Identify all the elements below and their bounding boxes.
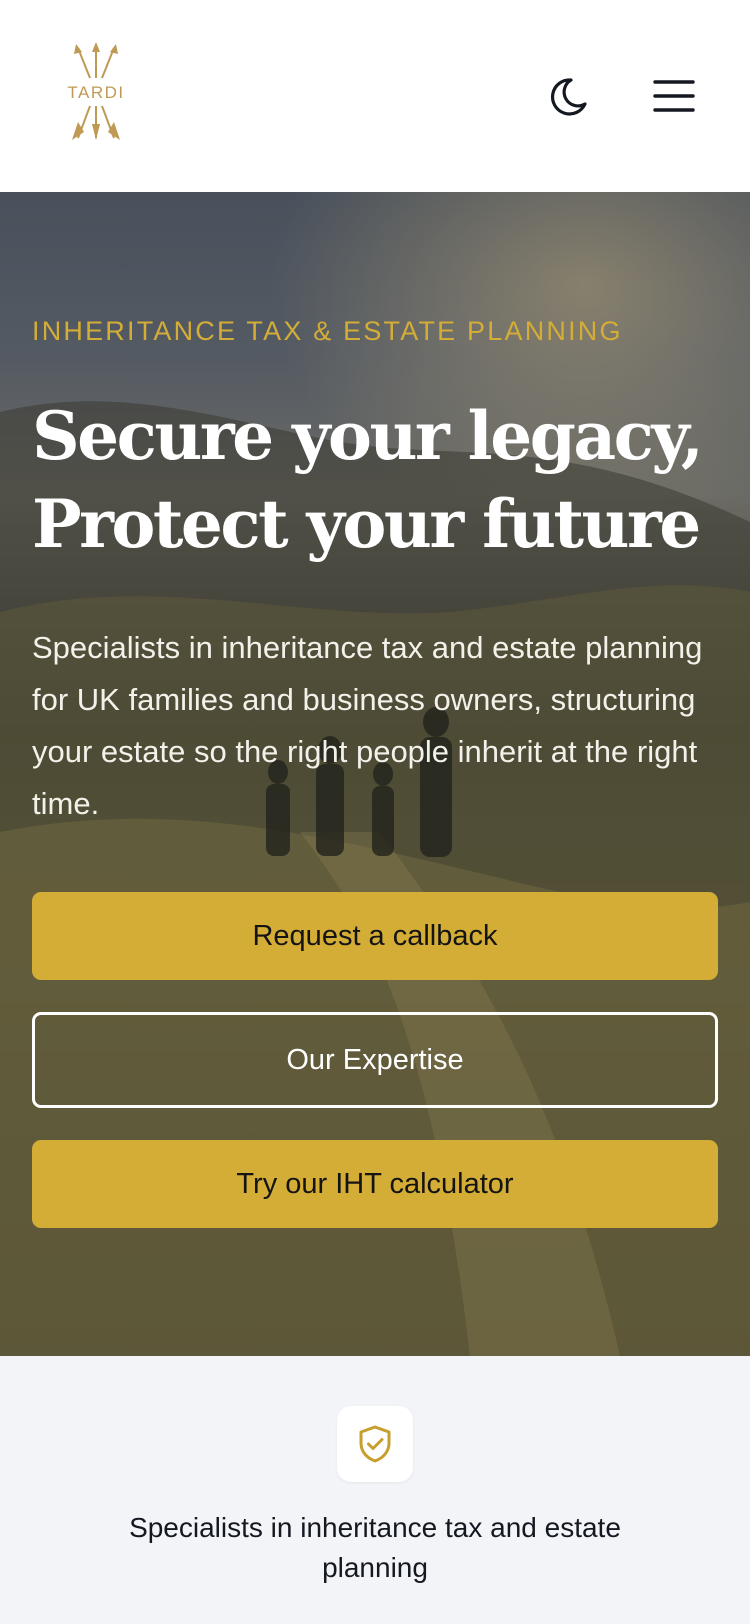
- arrows-logo-icon: TARDI: [67, 42, 124, 140]
- logo-text: TARDI: [67, 83, 124, 102]
- logo[interactable]: TARDI: [56, 40, 136, 148]
- our-expertise-button[interactable]: Our Expertise: [32, 1012, 718, 1108]
- hero-headline: Secure your legacy, Protect your future: [32, 392, 732, 568]
- theme-toggle-button[interactable]: [545, 72, 593, 120]
- moon-icon: [550, 78, 587, 116]
- hero-lead: Specialists in inheritance tax and estat…: [32, 630, 703, 821]
- menu-button[interactable]: [648, 72, 700, 120]
- feature-text: Specialists in inheritance tax and estat…: [129, 1512, 621, 1583]
- site-header: TARDI: [0, 0, 750, 192]
- hero-headline-line-1: Secure your legacy,: [32, 397, 704, 475]
- hero-eyebrow: INHERITANCE TAX & ESTATE PLANNING: [32, 316, 623, 346]
- shield-check-icon: [359, 1425, 391, 1463]
- hero-section: INHERITANCE TAX & ESTATE PLANNING Secure…: [0, 192, 750, 1356]
- request-callback-button[interactable]: Request a callback: [32, 892, 718, 980]
- hero-headline-line-2: Protect your future: [32, 485, 701, 563]
- iht-calculator-button[interactable]: Try our IHT calculator: [32, 1140, 718, 1228]
- features-section: Specialists in inheritance tax and estat…: [0, 1356, 750, 1624]
- feature-icon-container: [337, 1406, 413, 1482]
- hamburger-menu-icon: [653, 80, 695, 112]
